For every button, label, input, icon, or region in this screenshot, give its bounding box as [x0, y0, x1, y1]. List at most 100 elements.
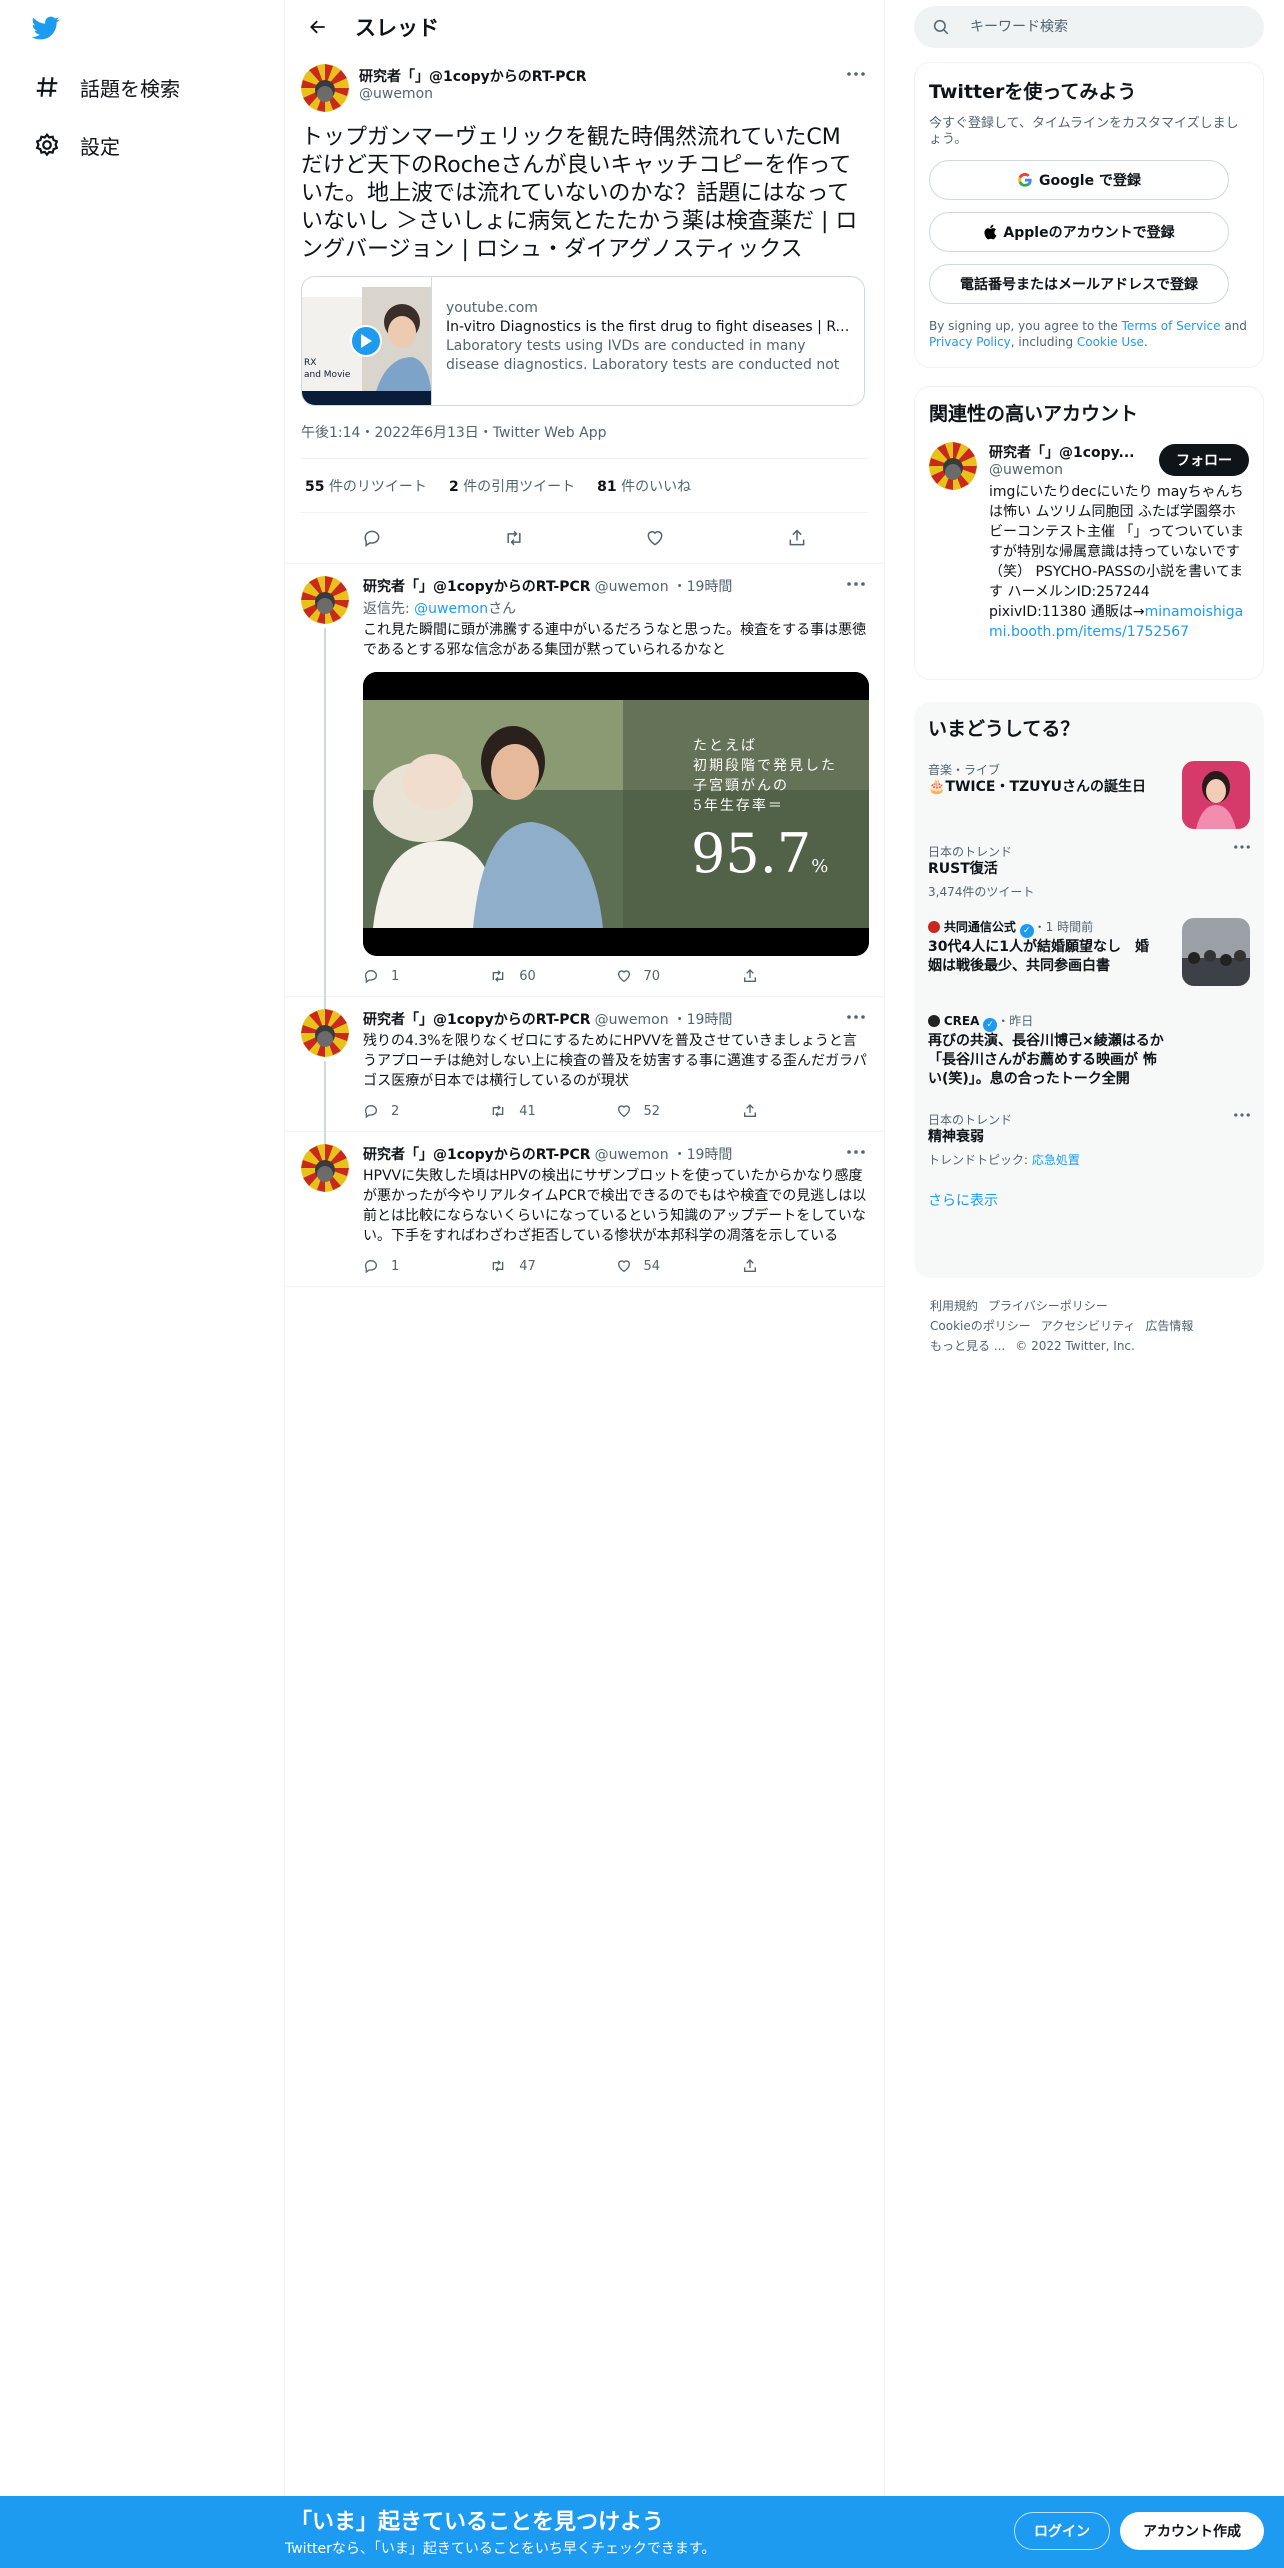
trends-panel: いまどうしてる？ 音楽・ライブ 🎂TWICE・TZUYUさんの誕生日 日本のトレ… — [914, 702, 1264, 1278]
terms-link[interactable]: Terms of Service — [1122, 319, 1221, 333]
trend-item[interactable]: 共同通信公式 ✓ ・1 時間前 30代4人に1人が結婚願望なし 婚姻は戦後最少、共… — [928, 918, 1250, 988]
share-button[interactable] — [742, 1258, 868, 1274]
show-more-link[interactable]: さらに表示 — [928, 1190, 1250, 1210]
trend-item[interactable]: CREA ✓ ・昨日 再びの共演、長谷川博己×綾瀬はるか「長谷川さんがお薦めする映… — [928, 1012, 1250, 1089]
related-account[interactable]: 研究者「」@1copy... @uwemon フォロー imgにいたりdecにい… — [929, 442, 1249, 642]
display-name[interactable]: 研究者「」@1copy... — [989, 442, 1139, 462]
nav-settings-label: 設定 — [80, 134, 120, 159]
more-options-icon[interactable] — [844, 64, 868, 84]
reply-tweet[interactable]: 研究者「」@1copyからのRT-PCR @uwemon ・19時間 HPVVに… — [285, 1132, 884, 1287]
like-button[interactable]: 54 — [616, 1258, 742, 1274]
avatar[interactable] — [301, 576, 349, 624]
card-domain: youtube.com — [446, 300, 538, 316]
trend-topic-link[interactable]: 応急処置 — [1032, 1153, 1080, 1167]
user-handle[interactable]: @uwemon — [359, 86, 587, 102]
avatar[interactable] — [301, 1009, 349, 1057]
apple-signup-button[interactable]: Appleのアカウントで登録 — [929, 212, 1229, 252]
retweet-icon[interactable] — [496, 520, 532, 556]
media-caption: たとえば 初期段階で発見した 子宮頸がんの 5年生存率＝ — [693, 738, 837, 814]
thread-header: スレッド — [285, 0, 884, 54]
retweet-button[interactable]: 60 — [489, 968, 615, 984]
display-name[interactable]: 研究者「」@1copyからのRT-PCR — [363, 1144, 591, 1164]
reply-time[interactable]: ・19時間 — [673, 1144, 733, 1164]
reply-tweet[interactable]: 研究者「」@1copyからのRT-PCR @uwemon ・19時間 返信先: … — [285, 564, 884, 1028]
more-options-icon[interactable] — [844, 574, 868, 594]
share-button[interactable] — [742, 1103, 868, 1119]
reply-header: 研究者「」@1copyからのRT-PCR @uwemon ・19時間 — [363, 1144, 868, 1164]
reply-button[interactable]: 1 — [363, 1258, 489, 1274]
display-name[interactable]: 研究者「」@1copyからのRT-PCR — [363, 576, 591, 596]
page-title: スレッド — [355, 16, 439, 40]
reply-header: 研究者「」@1copyからのRT-PCR @uwemon ・19時間 — [363, 1009, 868, 1029]
tweet-media[interactable]: たとえば 初期段階で発見した 子宮頸がんの 5年生存率＝ 95.7% — [363, 672, 869, 956]
retweet-count[interactable]: 55 件のリツイート — [305, 476, 427, 496]
footer-link[interactable]: プライバシーポリシー — [988, 1299, 1108, 1313]
tweet-text: トップガンマーヴェリックを観た時偶然流れていたCMだけど天下のRocheさんが良… — [301, 125, 858, 262]
user-handle[interactable]: @uwemon — [595, 1012, 669, 1028]
more-options-icon[interactable] — [844, 1142, 868, 1162]
share-button[interactable] — [742, 968, 868, 984]
media-big-number: 95.7% — [691, 822, 829, 885]
like-icon[interactable] — [637, 520, 673, 556]
user-handle[interactable]: @uwemon — [595, 579, 669, 595]
reply-actions: 1 60 70 — [363, 966, 868, 986]
link-card[interactable]: RX and Movie youtube.com In-vitro Diagno… — [301, 276, 865, 406]
reply-time[interactable]: ・19時間 — [673, 576, 733, 596]
quote-count[interactable]: 2 件の引用ツイート — [449, 476, 575, 496]
retweet-button[interactable]: 47 — [489, 1258, 615, 1274]
follow-button[interactable]: フォロー — [1159, 444, 1249, 476]
signup-panel: Twitterを使ってみよう 今すぐ登録して、タイムラインをカスタマイズしましょ… — [914, 62, 1264, 368]
nav-explore[interactable]: 話題を検索 — [32, 65, 180, 109]
trend-item[interactable]: 日本のトレンド RUST復活 3,474件のツイート — [928, 843, 1250, 900]
reply-button[interactable]: 1 — [363, 968, 489, 984]
cookie-link[interactable]: Cookie Use — [1077, 335, 1144, 349]
account-bio: imgにいたりdecにいたり mayちゃんちは怖い ムツリム同胞団 ふたば学園祭… — [989, 484, 1245, 640]
back-arrow-icon[interactable] — [301, 10, 335, 44]
more-options-icon[interactable] — [1234, 845, 1250, 849]
nav-settings[interactable]: 設定 — [32, 123, 120, 167]
footer-link[interactable]: もっと見る ... — [930, 1339, 1005, 1353]
twitter-logo-icon[interactable] — [30, 14, 66, 44]
signup-subtitle: 今すぐ登録して、タイムラインをカスタマイズしましょう。 — [929, 116, 1239, 147]
login-button[interactable]: ログイン — [1014, 2512, 1110, 2550]
avatar[interactable] — [929, 442, 977, 490]
reply-icon[interactable] — [354, 520, 390, 556]
share-icon[interactable] — [779, 520, 815, 556]
display-name[interactable]: 研究者「」@1copyからのRT-PCR — [363, 1009, 591, 1029]
reply-button[interactable]: 2 — [363, 1103, 489, 1119]
reply-tweet[interactable]: 研究者「」@1copyからのRT-PCR @uwemon ・19時間 残りの4.… — [285, 997, 884, 1149]
phone-email-signup-button[interactable]: 電話番号またはメールアドレスで登録 — [929, 264, 1229, 304]
reply-text: HPVVに失敗した頃はHPVの検出にサザンブロットを使っていたからかなり感度が悪… — [363, 1168, 867, 1244]
like-count[interactable]: 81 件のいいね — [597, 476, 691, 496]
privacy-link[interactable]: Privacy Policy — [929, 335, 1011, 349]
footer-link[interactable]: アクセシビリティ — [1041, 1319, 1136, 1333]
svg-text:and Movie: and Movie — [304, 370, 351, 380]
user-handle[interactable]: @uwemon — [595, 1147, 669, 1163]
reply-to-link[interactable]: @uwemon — [414, 601, 488, 617]
like-button[interactable]: 70 — [616, 968, 742, 984]
footer-link[interactable]: 利用規約 — [930, 1299, 978, 1313]
search-box[interactable] — [914, 6, 1264, 48]
more-options-icon[interactable] — [1234, 1113, 1250, 1117]
reply-time[interactable]: ・19時間 — [673, 1009, 733, 1029]
like-button[interactable]: 52 — [616, 1103, 742, 1119]
display-name[interactable]: 研究者「」@1copyからのRT-PCR — [359, 66, 587, 86]
tweet-timestamp[interactable]: 午後1:14・2022年6月13日・Twitter Web App — [301, 422, 868, 459]
avatar[interactable] — [301, 64, 349, 112]
more-options-icon[interactable] — [844, 1007, 868, 1027]
google-signup-button[interactable]: Google で登録 — [929, 160, 1229, 200]
search-input[interactable] — [970, 19, 1230, 35]
footer-link[interactable]: Cookieのポリシー — [930, 1319, 1031, 1333]
main-column: スレッド 研究者「」@1copyからのRT-PCR @uwemon トップガンマ… — [285, 0, 885, 2496]
play-icon[interactable] — [350, 325, 382, 357]
trend-item[interactable]: 日本のトレンド 精神衰弱 トレンドトピック: 応急処置 — [928, 1111, 1250, 1168]
footer-link[interactable]: 広告情報 — [1145, 1319, 1193, 1333]
retweet-button[interactable]: 41 — [489, 1103, 615, 1119]
create-account-button[interactable]: アカウント作成 — [1120, 2512, 1264, 2550]
card-thumbnail: RX and Movie — [302, 277, 432, 405]
thread-line — [324, 628, 326, 1028]
trends-title: いまどうしてる？ — [928, 718, 1080, 740]
avatar[interactable] — [301, 1144, 349, 1192]
reply-actions: 1 47 54 — [363, 1256, 868, 1276]
trend-item[interactable]: 音楽・ライブ 🎂TWICE・TZUYUさんの誕生日 — [928, 761, 1250, 829]
